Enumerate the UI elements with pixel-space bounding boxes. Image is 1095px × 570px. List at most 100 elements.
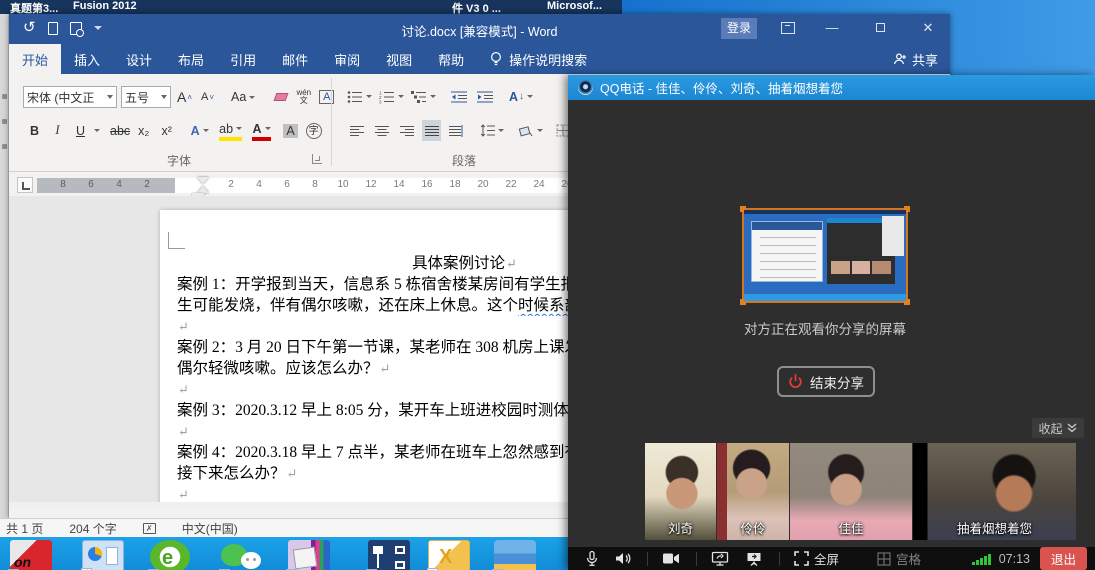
first-line-indent-marker[interactable]	[197, 177, 209, 184]
page-count[interactable]: 共 1 页	[6, 520, 43, 537]
bullets-button[interactable]	[347, 86, 372, 107]
qq-titlebar[interactable]: QQ电话 - 佳佳、伶伶、刘奇、抽着烟想着您	[568, 75, 1095, 100]
folders-icon[interactable]	[494, 540, 536, 570]
word-count[interactable]: 204 个字	[69, 520, 116, 537]
language-indicator[interactable]: 中文(中国)	[182, 520, 238, 537]
collapse-button[interactable]: 收起	[1032, 418, 1084, 438]
proofing-errors-icon[interactable]: ✗	[143, 523, 156, 534]
screen-share-preview[interactable]	[742, 208, 908, 303]
sign-in-button[interactable]: 登录	[721, 18, 757, 39]
hanging-indent-marker[interactable]	[197, 186, 209, 193]
bg-window-title[interactable]: Microsof...	[547, 0, 602, 12]
presentation-share-button[interactable]	[745, 551, 763, 567]
participant-video[interactable]: 刘奇	[645, 443, 716, 540]
bold-button[interactable]: B	[25, 120, 44, 141]
close-button[interactable]: ✕	[917, 18, 939, 39]
increase-indent-button[interactable]	[475, 86, 494, 107]
font-name-combo[interactable]: 宋体 (中文正	[23, 86, 117, 108]
svg-text:3: 3	[379, 99, 382, 104]
shrink-font-button[interactable]: A˅	[198, 87, 217, 108]
exit-call-button[interactable]: 退出	[1040, 547, 1087, 570]
screen-share-button[interactable]	[711, 551, 729, 567]
font-size-combo[interactable]: 五号	[121, 86, 171, 108]
character-border-button[interactable]: A	[317, 87, 336, 108]
paragraph-group-label: 段落	[404, 152, 524, 169]
participant-video[interactable]: 伶伶	[717, 443, 789, 540]
participant-video[interactable]: 抽着烟想着您	[913, 443, 1076, 540]
underline-button[interactable]: U	[71, 120, 90, 141]
enclose-characters-button[interactable]: 字	[304, 120, 323, 141]
align-left-button[interactable]	[347, 120, 366, 141]
sort-button[interactable]: A↓	[509, 86, 533, 107]
ribbon-display-options-icon[interactable]	[781, 22, 795, 34]
decrease-indent-button[interactable]	[449, 86, 468, 107]
phonetic-guide-button[interactable]: wén文	[294, 87, 313, 108]
underline-dropdown-icon[interactable]	[94, 129, 100, 132]
distribute-button[interactable]	[447, 120, 466, 141]
call-control-bar: 全屏 宫格 07:13 退出	[568, 547, 1095, 570]
fusion-app-icon[interactable]: on	[10, 540, 52, 570]
text-effects-button[interactable]: A	[190, 120, 209, 141]
word-statusbar: 共 1 页 204 个字 ✗ 中文(中国)	[0, 518, 568, 537]
tab-review[interactable]: 审阅	[321, 44, 373, 74]
font-color-button[interactable]: A	[252, 120, 271, 141]
flowchart-app-icon[interactable]	[368, 540, 410, 570]
superscript-button[interactable]: x²	[157, 120, 176, 141]
doc-line: ↵	[177, 421, 577, 442]
tab-layout[interactable]: 布局	[165, 44, 217, 74]
microphone-button[interactable]	[584, 550, 600, 567]
justify-button[interactable]	[422, 120, 441, 141]
maximize-button[interactable]	[869, 18, 891, 39]
end-share-button[interactable]: 结束分享	[777, 366, 875, 397]
camera-button[interactable]	[662, 552, 680, 565]
character-shading-button[interactable]: A	[281, 120, 300, 141]
bg-window-title[interactable]: Fusion 2012	[73, 0, 137, 12]
align-right-button[interactable]	[397, 120, 416, 141]
italic-button[interactable]: I	[48, 120, 67, 141]
doc-line: 生可能发烧，伴有偶尔咳嗽，还在床上休息。这个时候系部该怎	[177, 295, 577, 316]
multilevel-list-button[interactable]	[411, 86, 436, 107]
desktop: 真题第3... Fusion 2012 件 V3 0 ... Microsof.…	[0, 0, 1095, 570]
share-button[interactable]: 共享	[893, 44, 938, 74]
tab-mailings[interactable]: 邮件	[269, 44, 321, 74]
tab-home[interactable]: 开始	[9, 44, 61, 74]
doc-line: 偶尔轻微咳嗽。应该怎么办？↵	[177, 358, 577, 379]
grid-view-button[interactable]: 宫格	[877, 549, 921, 568]
font-dialog-launcher[interactable]	[312, 154, 322, 164]
doc-line: ↵	[177, 379, 577, 400]
clear-formatting-button[interactable]	[271, 87, 290, 108]
xmind-app-icon[interactable]: X	[428, 540, 470, 570]
change-case-button[interactable]: Aa	[231, 87, 255, 108]
mini-taskbar	[744, 294, 906, 301]
line-spacing-button[interactable]	[480, 120, 504, 141]
tab-design[interactable]: 设计	[113, 44, 165, 74]
bg-window-title[interactable]: 真题第3...	[10, 0, 58, 14]
subscript-button[interactable]: x₂	[134, 120, 153, 141]
doc-line: 案例 2：3 月 20 日下午第一节课，某老师在 308 机房上课发现班	[177, 337, 577, 358]
tab-selector[interactable]	[17, 177, 33, 193]
highlight-color-button[interactable]: ab	[219, 120, 242, 141]
shading-button[interactable]	[518, 120, 543, 141]
minimize-button[interactable]: —	[821, 18, 843, 39]
numbering-button[interactable]: 123	[379, 86, 404, 107]
align-center-button[interactable]	[372, 120, 391, 141]
tab-references[interactable]: 引用	[217, 44, 269, 74]
doc-title-line: 具体案例讨论↵	[177, 253, 577, 274]
tab-help[interactable]: 帮助	[425, 44, 477, 74]
fullscreen-button[interactable]: 全屏	[794, 549, 839, 568]
word-titlebar: ↺ 讨论.docx [兼容模式] - Word 登录 — ✕	[9, 14, 950, 44]
strikethrough-button[interactable]: abc	[110, 120, 130, 141]
document-text[interactable]: 具体案例讨论↵ 案例 1：开学报到当天，信息系 5 栋宿舍楼某房间有学生报告宿 …	[177, 253, 577, 510]
wechat-icon[interactable]	[221, 540, 263, 570]
grow-font-button[interactable]: A˄	[175, 87, 194, 108]
tab-view[interactable]: 视图	[373, 44, 425, 74]
participant-video[interactable]: 佳佳	[790, 443, 912, 540]
browser-icon[interactable]: e	[150, 540, 190, 570]
qq-call-title: QQ电话 - 佳佳、伶伶、刘奇、抽着烟想着您	[600, 78, 843, 97]
presentation-app-icon[interactable]	[82, 540, 124, 570]
tab-insert[interactable]: 插入	[61, 44, 113, 74]
notebook-app-icon[interactable]	[288, 540, 330, 570]
bg-window-title[interactable]: 件 V3 0 ...	[452, 0, 501, 14]
speaker-button[interactable]	[614, 551, 631, 566]
tell-me-search[interactable]: 操作说明搜索	[477, 44, 587, 74]
